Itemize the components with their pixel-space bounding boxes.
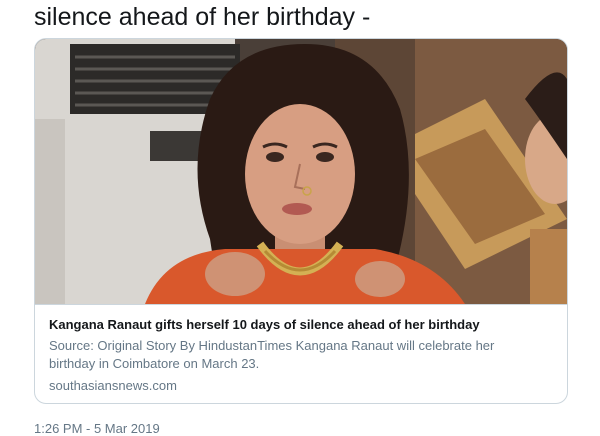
card-title[interactable]: Kangana Ranaut gifts herself 10 days of … <box>49 316 553 334</box>
card-body[interactable]: Kangana Ranaut gifts herself 10 days of … <box>35 304 567 403</box>
card-image[interactable] <box>35 39 567 304</box>
news-photo <box>35 39 567 304</box>
card-description: Source: Original Story By HindustanTimes… <box>49 338 495 371</box>
card-domain[interactable]: southasiansnews.com <box>49 377 553 395</box>
link-preview-card[interactable]: Kangana Ranaut gifts herself 10 days of … <box>34 38 568 404</box>
tweet-timestamp[interactable]: 1:26 PM - 5 Mar 2019 <box>34 421 160 436</box>
card-domain-text: southasiansnews.com <box>49 378 177 393</box>
tweet-text: silence ahead of her birthday - <box>34 3 371 31</box>
